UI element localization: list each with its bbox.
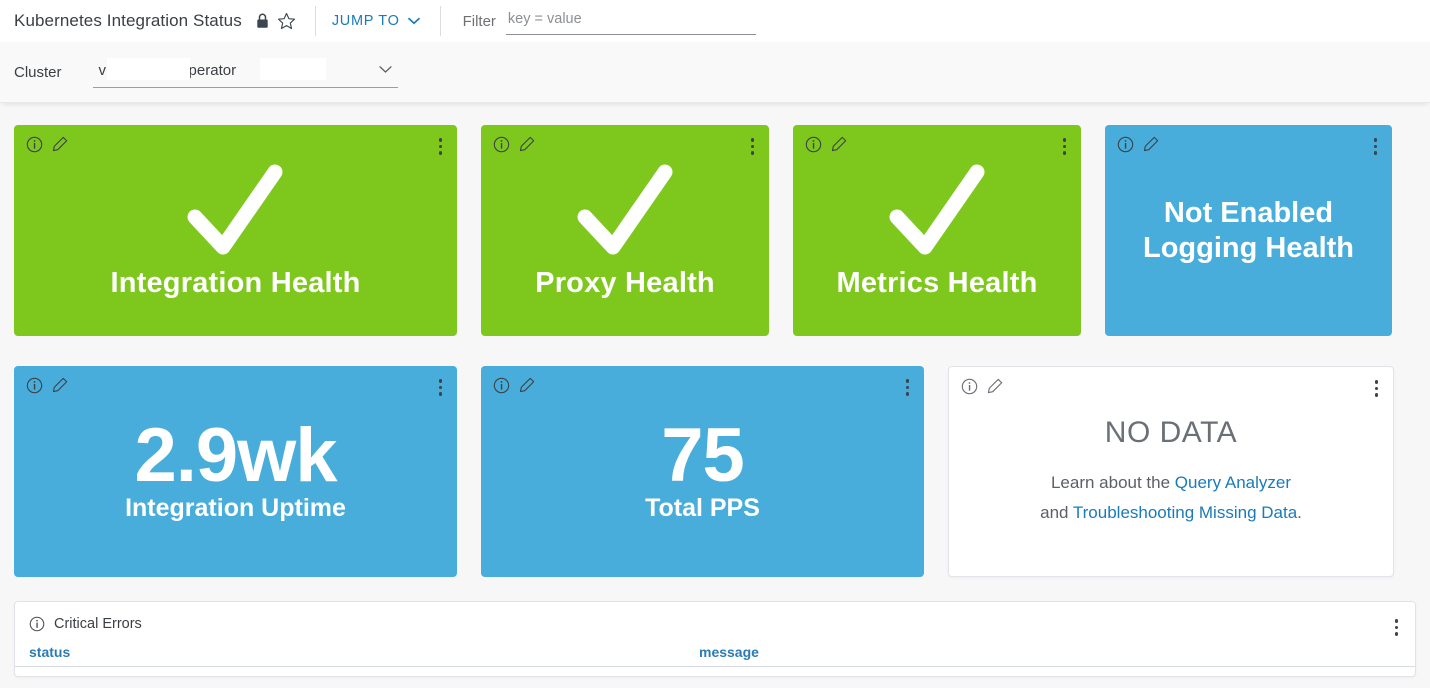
check-mark-icon bbox=[885, 162, 990, 265]
kebab-menu-icon bbox=[1372, 377, 1382, 400]
card-corner-left bbox=[26, 376, 69, 394]
card-menu-button[interactable] bbox=[1060, 135, 1070, 158]
card-value: Not Enabled bbox=[1163, 197, 1334, 230]
divider bbox=[314, 6, 316, 36]
kebab-menu-icon bbox=[1060, 135, 1070, 158]
card-title: Integration Uptime bbox=[125, 494, 346, 523]
pencil-icon[interactable] bbox=[51, 376, 69, 394]
info-circle-icon[interactable] bbox=[805, 136, 822, 153]
pencil-icon[interactable] bbox=[830, 135, 848, 153]
pencil-icon[interactable] bbox=[1142, 135, 1160, 153]
card-corner-left bbox=[493, 376, 536, 394]
info-circle-icon[interactable] bbox=[26, 136, 43, 153]
no-data-help-text: Learn about the Query Analyzer and Troub… bbox=[1040, 468, 1302, 528]
jump-to-menu[interactable]: JUMP TO bbox=[332, 13, 420, 29]
card-title: Metrics Health bbox=[836, 266, 1038, 299]
card-corner-left bbox=[1117, 135, 1160, 153]
info-circle-icon[interactable] bbox=[493, 377, 510, 394]
cluster-filter-bar: Cluster v t-prod-€ ?-operator bbox=[0, 42, 1430, 103]
card-proxy-health[interactable]: Proxy Health bbox=[481, 125, 769, 336]
card-menu-button[interactable] bbox=[903, 376, 913, 399]
card-title: Total PPS bbox=[645, 494, 760, 523]
card-menu-button[interactable] bbox=[1371, 135, 1381, 158]
kebab-menu-icon bbox=[1371, 135, 1381, 158]
card-title: Proxy Health bbox=[535, 266, 715, 299]
column-header-message[interactable]: message bbox=[699, 644, 759, 660]
kebab-menu-icon bbox=[748, 135, 758, 158]
cluster-label: Cluster bbox=[14, 63, 62, 81]
card-integration-uptime[interactable]: 2.9wk Integration Uptime bbox=[14, 366, 457, 577]
redaction-box-1 bbox=[106, 57, 190, 80]
dashboard-content: Integration Health Proxy Health Metrics … bbox=[0, 103, 1430, 677]
card-integration-health[interactable]: Integration Health bbox=[14, 125, 457, 336]
info-circle-icon[interactable] bbox=[1117, 136, 1134, 153]
card-row-1: Integration Health Proxy Health Metrics … bbox=[14, 125, 1416, 336]
card-title: Logging Health bbox=[1142, 231, 1355, 264]
card-value: 2.9wk bbox=[134, 412, 337, 498]
filter-label: Filter bbox=[462, 12, 496, 30]
card-logging-health[interactable]: Not Enabled Logging Health bbox=[1105, 125, 1392, 336]
table-header-row: status message bbox=[15, 644, 1415, 667]
check-mark-icon bbox=[573, 162, 678, 265]
chevron-down-icon bbox=[407, 13, 420, 29]
card-corner-left bbox=[805, 135, 848, 153]
pencil-icon[interactable] bbox=[986, 377, 1004, 395]
card-metrics-health[interactable]: Metrics Health bbox=[793, 125, 1081, 336]
card-corner-left bbox=[961, 377, 1004, 395]
card-row-2: 2.9wk Integration Uptime 75 Total PPS NO… bbox=[14, 366, 1416, 577]
card-total-pps[interactable]: 75 Total PPS bbox=[481, 366, 924, 577]
cluster-selected-value: v t-prod-€ ?-operator bbox=[99, 57, 326, 80]
query-analyzer-link[interactable]: Query Analyzer bbox=[1175, 473, 1291, 492]
help-line1-prefix: Learn about the bbox=[1050, 472, 1175, 492]
card-menu-button[interactable] bbox=[1372, 377, 1382, 400]
critical-errors-panel: Critical Errors status message bbox=[14, 601, 1416, 677]
pencil-icon[interactable] bbox=[51, 135, 69, 153]
pencil-icon[interactable] bbox=[518, 135, 536, 153]
info-circle-icon[interactable] bbox=[493, 136, 510, 153]
kebab-menu-icon bbox=[903, 376, 913, 399]
panel-menu-button[interactable] bbox=[1392, 616, 1402, 639]
info-circle-icon[interactable] bbox=[961, 378, 978, 395]
jump-to-label: JUMP TO bbox=[331, 13, 400, 29]
cluster-select[interactable]: v t-prod-€ ?-operator bbox=[92, 56, 398, 88]
card-title: Integration Health bbox=[110, 266, 361, 299]
panel-header: Critical Errors bbox=[15, 602, 1415, 632]
help-line2-suffix: . bbox=[1297, 502, 1302, 522]
kebab-menu-icon bbox=[1392, 616, 1402, 639]
troubleshooting-missing-data-link[interactable]: Troubleshooting Missing Data bbox=[1073, 503, 1297, 522]
no-data-title: NO DATA bbox=[1104, 415, 1238, 449]
chevron-down-icon bbox=[378, 61, 392, 79]
filter-group: Filter bbox=[462, 7, 756, 35]
top-bar: Kubernetes Integration Status JUMP TO Fi… bbox=[0, 0, 1430, 42]
lock-icon[interactable] bbox=[256, 13, 269, 29]
card-corner-left bbox=[493, 135, 536, 153]
star-outline-icon[interactable] bbox=[277, 12, 296, 31]
card-text-block: Not Enabled Logging Health bbox=[1143, 196, 1354, 264]
title-icon-group bbox=[256, 12, 296, 31]
divider-2 bbox=[439, 6, 441, 36]
card-corner-left bbox=[26, 135, 69, 153]
card-menu-button[interactable] bbox=[436, 135, 446, 158]
card-no-data[interactable]: NO DATA Learn about the Query Analyzer a… bbox=[948, 366, 1394, 577]
check-mark-icon bbox=[183, 162, 288, 265]
help-line2-prefix: and bbox=[1040, 502, 1073, 522]
kebab-menu-icon bbox=[436, 376, 446, 399]
info-circle-icon[interactable] bbox=[29, 616, 45, 632]
card-value: 75 bbox=[661, 412, 745, 498]
info-circle-icon[interactable] bbox=[26, 377, 43, 394]
column-header-status[interactable]: status bbox=[29, 644, 699, 660]
panel-title: Critical Errors bbox=[54, 616, 142, 632]
page-title: Kubernetes Integration Status bbox=[14, 11, 242, 30]
kebab-menu-icon bbox=[436, 135, 446, 158]
card-menu-button[interactable] bbox=[436, 376, 446, 399]
filter-input[interactable] bbox=[505, 7, 756, 35]
card-menu-button[interactable] bbox=[748, 135, 758, 158]
pencil-icon[interactable] bbox=[518, 376, 536, 394]
redaction-box-2 bbox=[259, 57, 326, 80]
